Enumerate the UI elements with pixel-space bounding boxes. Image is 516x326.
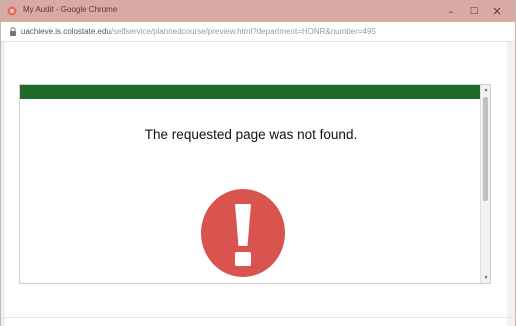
scroll-down-button[interactable]: ▼ (481, 273, 490, 283)
bottom-divider (1, 317, 515, 318)
arrow-down-icon: ▼ (483, 275, 489, 281)
url-text[interactable]: uachieve.is.colostate.edu/selfservice/pl… (21, 27, 376, 36)
chrome-app-icon (7, 6, 17, 16)
maximize-icon: □ (469, 6, 479, 16)
minimize-icon: – (448, 4, 454, 18)
window-title: My Audit - Google Chrome (23, 5, 118, 14)
close-icon: × (491, 4, 503, 18)
lock-icon (10, 27, 16, 36)
maximize-button[interactable]: □ (464, 3, 484, 19)
error-frame: The requested page was not found. ▲ ▼ (19, 84, 491, 284)
error-message: The requested page was not found. (144, 127, 358, 142)
minimize-button[interactable]: – (441, 3, 461, 19)
url-path: /selfservice/plannedcourse/preview.html?… (110, 27, 376, 36)
left-edge-strip (1, 42, 5, 326)
close-button[interactable]: × (487, 3, 507, 19)
browser-window: My Audit - Google Chrome – □ × uachieve.… (0, 0, 516, 326)
title-bar[interactable]: My Audit - Google Chrome – □ × (1, 0, 515, 22)
vertical-scrollbar[interactable]: ▲ ▼ (480, 85, 490, 283)
scroll-up-button[interactable]: ▲ (481, 85, 490, 95)
header-band (20, 85, 490, 99)
url-host: uachieve.is.colostate.edu (21, 27, 111, 36)
error-exclamation-icon (201, 189, 285, 277)
arrow-up-icon: ▲ (483, 87, 489, 93)
right-edge-strip (507, 42, 515, 326)
scroll-thumb[interactable] (483, 97, 488, 201)
address-bar[interactable]: uachieve.is.colostate.edu/selfservice/pl… (1, 22, 515, 42)
